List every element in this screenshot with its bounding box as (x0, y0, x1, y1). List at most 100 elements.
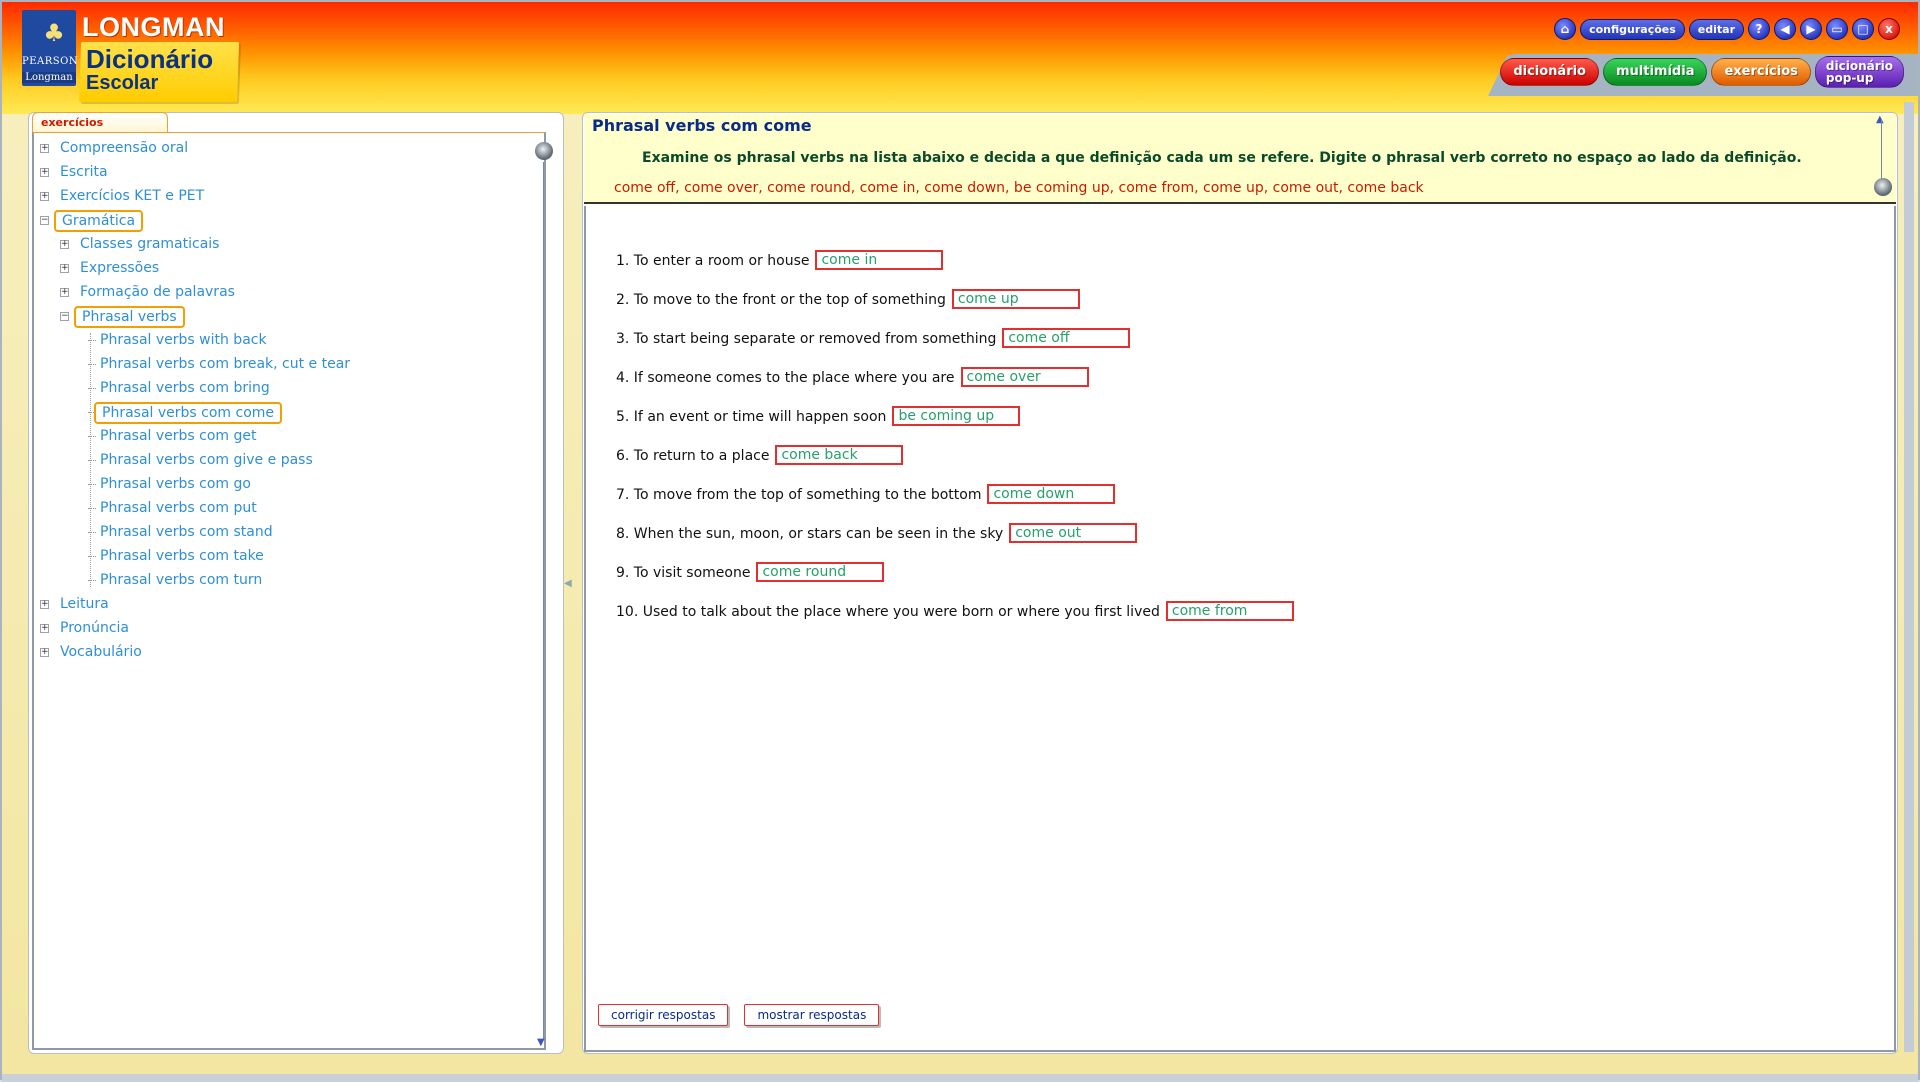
instructions-area: Phrasal verbs com come Examine os phrasa… (584, 114, 1896, 204)
tree-item[interactable]: Phrasal verbs com give e pass (34, 449, 534, 473)
answer-field[interactable]: come over (960, 367, 1089, 387)
tree-item-label[interactable]: Escrita (54, 161, 114, 183)
tree-item[interactable]: Phrasal verbs with back (34, 329, 534, 353)
expand-icon[interactable]: + (40, 192, 49, 201)
tree-item-label[interactable]: Expressões (74, 257, 165, 279)
tree-item-label[interactable]: Phrasal verbs with back (94, 329, 273, 351)
scroll-up-icon[interactable]: ▲ (1876, 114, 1884, 125)
tree-item[interactable]: Phrasal verbs com stand (34, 521, 534, 545)
maximize-window-icon[interactable]: □ (1852, 18, 1874, 40)
tree-item[interactable]: + Exercícios KET e PET (34, 185, 534, 209)
tab-multimedia[interactable]: multimídia (1603, 58, 1708, 86)
help-icon[interactable]: ? (1748, 18, 1770, 40)
exercise-area: 1. To enter a room or house come in 2. To … (584, 206, 1896, 1052)
tree-item[interactable]: + Compreensão oral (34, 137, 534, 161)
instructions-scrollbar-thumb[interactable] (1874, 178, 1892, 196)
show-answers-button[interactable]: mostrar respostas (744, 1004, 880, 1026)
forward-icon[interactable]: ▶ (1800, 18, 1822, 40)
question-row: 6. To return to a place come back (616, 445, 1294, 484)
action-buttons: corrigir respostas mostrar respostas (598, 1004, 880, 1026)
question-text: 1. To enter a room or house (616, 253, 810, 269)
tree-item-label[interactable]: Phrasal verbs com get (94, 425, 263, 447)
tree-item[interactable]: + Leitura (34, 593, 534, 617)
tree-item[interactable]: Phrasal verbs com bring (34, 377, 534, 401)
question-row: 4. If someone comes to the place where y… (616, 367, 1294, 406)
tree-item-label[interactable]: Phrasal verbs com go (94, 473, 257, 495)
answer-field[interactable]: come in (815, 250, 944, 270)
tree-item-label[interactable]: Phrasal verbs com stand (94, 521, 279, 543)
tree-item[interactable]: Phrasal verbs com come (34, 401, 534, 425)
tree-item-label[interactable]: Vocabulário (54, 641, 148, 663)
tree-item-label[interactable]: Pronúncia (54, 617, 135, 639)
expand-icon[interactable]: + (60, 240, 69, 249)
tree-item-label[interactable]: Exercícios KET e PET (54, 185, 210, 207)
expand-icon[interactable]: + (40, 168, 49, 177)
app-title: Dicionário (86, 44, 214, 74)
tree-item[interactable]: Phrasal verbs com turn (34, 569, 534, 593)
question-text: 8. When the sun, moon, or stars can be s… (616, 526, 1004, 542)
answer-field[interactable]: come round (756, 562, 885, 582)
tree-item[interactable]: + Pronúncia (34, 617, 534, 641)
answer-field[interactable]: be coming up (892, 406, 1021, 426)
answer-field[interactable]: come off (1002, 328, 1131, 348)
tree-item-label[interactable]: Phrasal verbs com turn (94, 569, 268, 591)
tab-exercises[interactable]: exercícios (1711, 58, 1811, 86)
tree-item-label[interactable]: Phrasal verbs com put (94, 497, 263, 519)
tree-item[interactable]: + Vocabulário (34, 641, 534, 665)
settings-button[interactable]: configurações (1580, 18, 1685, 40)
tree-item[interactable]: Phrasal verbs com get (34, 425, 534, 449)
tree-item-label[interactable]: Phrasal verbs com give e pass (94, 449, 319, 471)
tree-item[interactable]: Phrasal verbs com break, cut e tear (34, 353, 534, 377)
sidebar-tab-exercises[interactable]: exercícios (32, 112, 168, 132)
tree-item-label[interactable]: Phrasal verbs com come (94, 402, 283, 424)
question-text: 3. To start being separate or removed fr… (616, 331, 997, 347)
question-row: 8. When the sun, moon, or stars can be s… (616, 523, 1294, 562)
expand-icon[interactable]: + (40, 600, 49, 609)
collapse-icon[interactable]: − (60, 312, 69, 321)
answer-field[interactable]: come out (1009, 523, 1138, 543)
tree-item[interactable]: Phrasal verbs com put (34, 497, 534, 521)
back-icon[interactable]: ◀ (1774, 18, 1796, 40)
collapse-icon[interactable]: − (40, 216, 49, 225)
window-controls: ⌂ configurações editar ? ◀ ▶ ▭ □ x (1554, 18, 1900, 40)
tab-popup-line2: pop-up (1825, 71, 1874, 85)
close-icon[interactable]: x (1878, 18, 1900, 40)
tree-item-label[interactable]: Phrasal verbs (74, 306, 185, 328)
tree-item-label[interactable]: Compreensão oral (54, 137, 194, 159)
answer-field[interactable]: come up (951, 289, 1080, 309)
tree-item-label[interactable]: Formação de palavras (74, 281, 241, 303)
scroll-down-icon[interactable]: ▼ (537, 1037, 545, 1048)
check-answers-button[interactable]: corrigir respostas (598, 1004, 729, 1026)
collapse-panel-icon[interactable]: ◀ (564, 578, 572, 589)
tree-item-label[interactable]: Gramática (54, 210, 144, 232)
answer-field[interactable]: come down (987, 484, 1116, 504)
tree-item-label[interactable]: Phrasal verbs com take (94, 545, 270, 567)
answer-field[interactable]: come from (1165, 601, 1294, 621)
tree-item-label[interactable]: Phrasal verbs com break, cut e tear (94, 353, 356, 375)
tree-item[interactable]: + Expressões (34, 257, 534, 281)
home-icon[interactable]: ⌂ (1554, 18, 1577, 40)
tab-dictionary[interactable]: dicionário (1500, 58, 1599, 86)
tree-item[interactable]: − Gramática (34, 209, 534, 233)
tree-item[interactable]: Phrasal verbs com go (34, 473, 534, 497)
tree-item[interactable]: + Classes gramaticais (34, 233, 534, 257)
question-text: 4. If someone comes to the place where y… (616, 370, 955, 386)
left-scrollbar-track[interactable] (543, 162, 544, 1040)
expand-icon[interactable]: + (40, 648, 49, 657)
tree-item[interactable]: + Escrita (34, 161, 534, 185)
expand-icon[interactable]: + (60, 288, 69, 297)
tree-item-label[interactable]: Phrasal verbs com bring (94, 377, 276, 399)
tree-item-label[interactable]: Classes gramaticais (74, 233, 225, 255)
tree-item[interactable]: − Phrasal verbs (34, 305, 534, 329)
tab-popup-dictionary[interactable]: dicionário pop-up (1814, 56, 1904, 88)
restore-window-icon[interactable]: ▭ (1826, 18, 1848, 40)
expand-icon[interactable]: + (40, 624, 49, 633)
left-scrollbar-thumb[interactable] (535, 142, 553, 160)
edit-button[interactable]: editar (1688, 18, 1744, 40)
tree-item[interactable]: Phrasal verbs com take (34, 545, 534, 569)
tree-item[interactable]: + Formação de palavras (34, 281, 534, 305)
tree-item-label[interactable]: Leitura (54, 593, 115, 615)
expand-icon[interactable]: + (40, 144, 49, 153)
answer-field[interactable]: come back (775, 445, 904, 465)
expand-icon[interactable]: + (60, 264, 69, 273)
